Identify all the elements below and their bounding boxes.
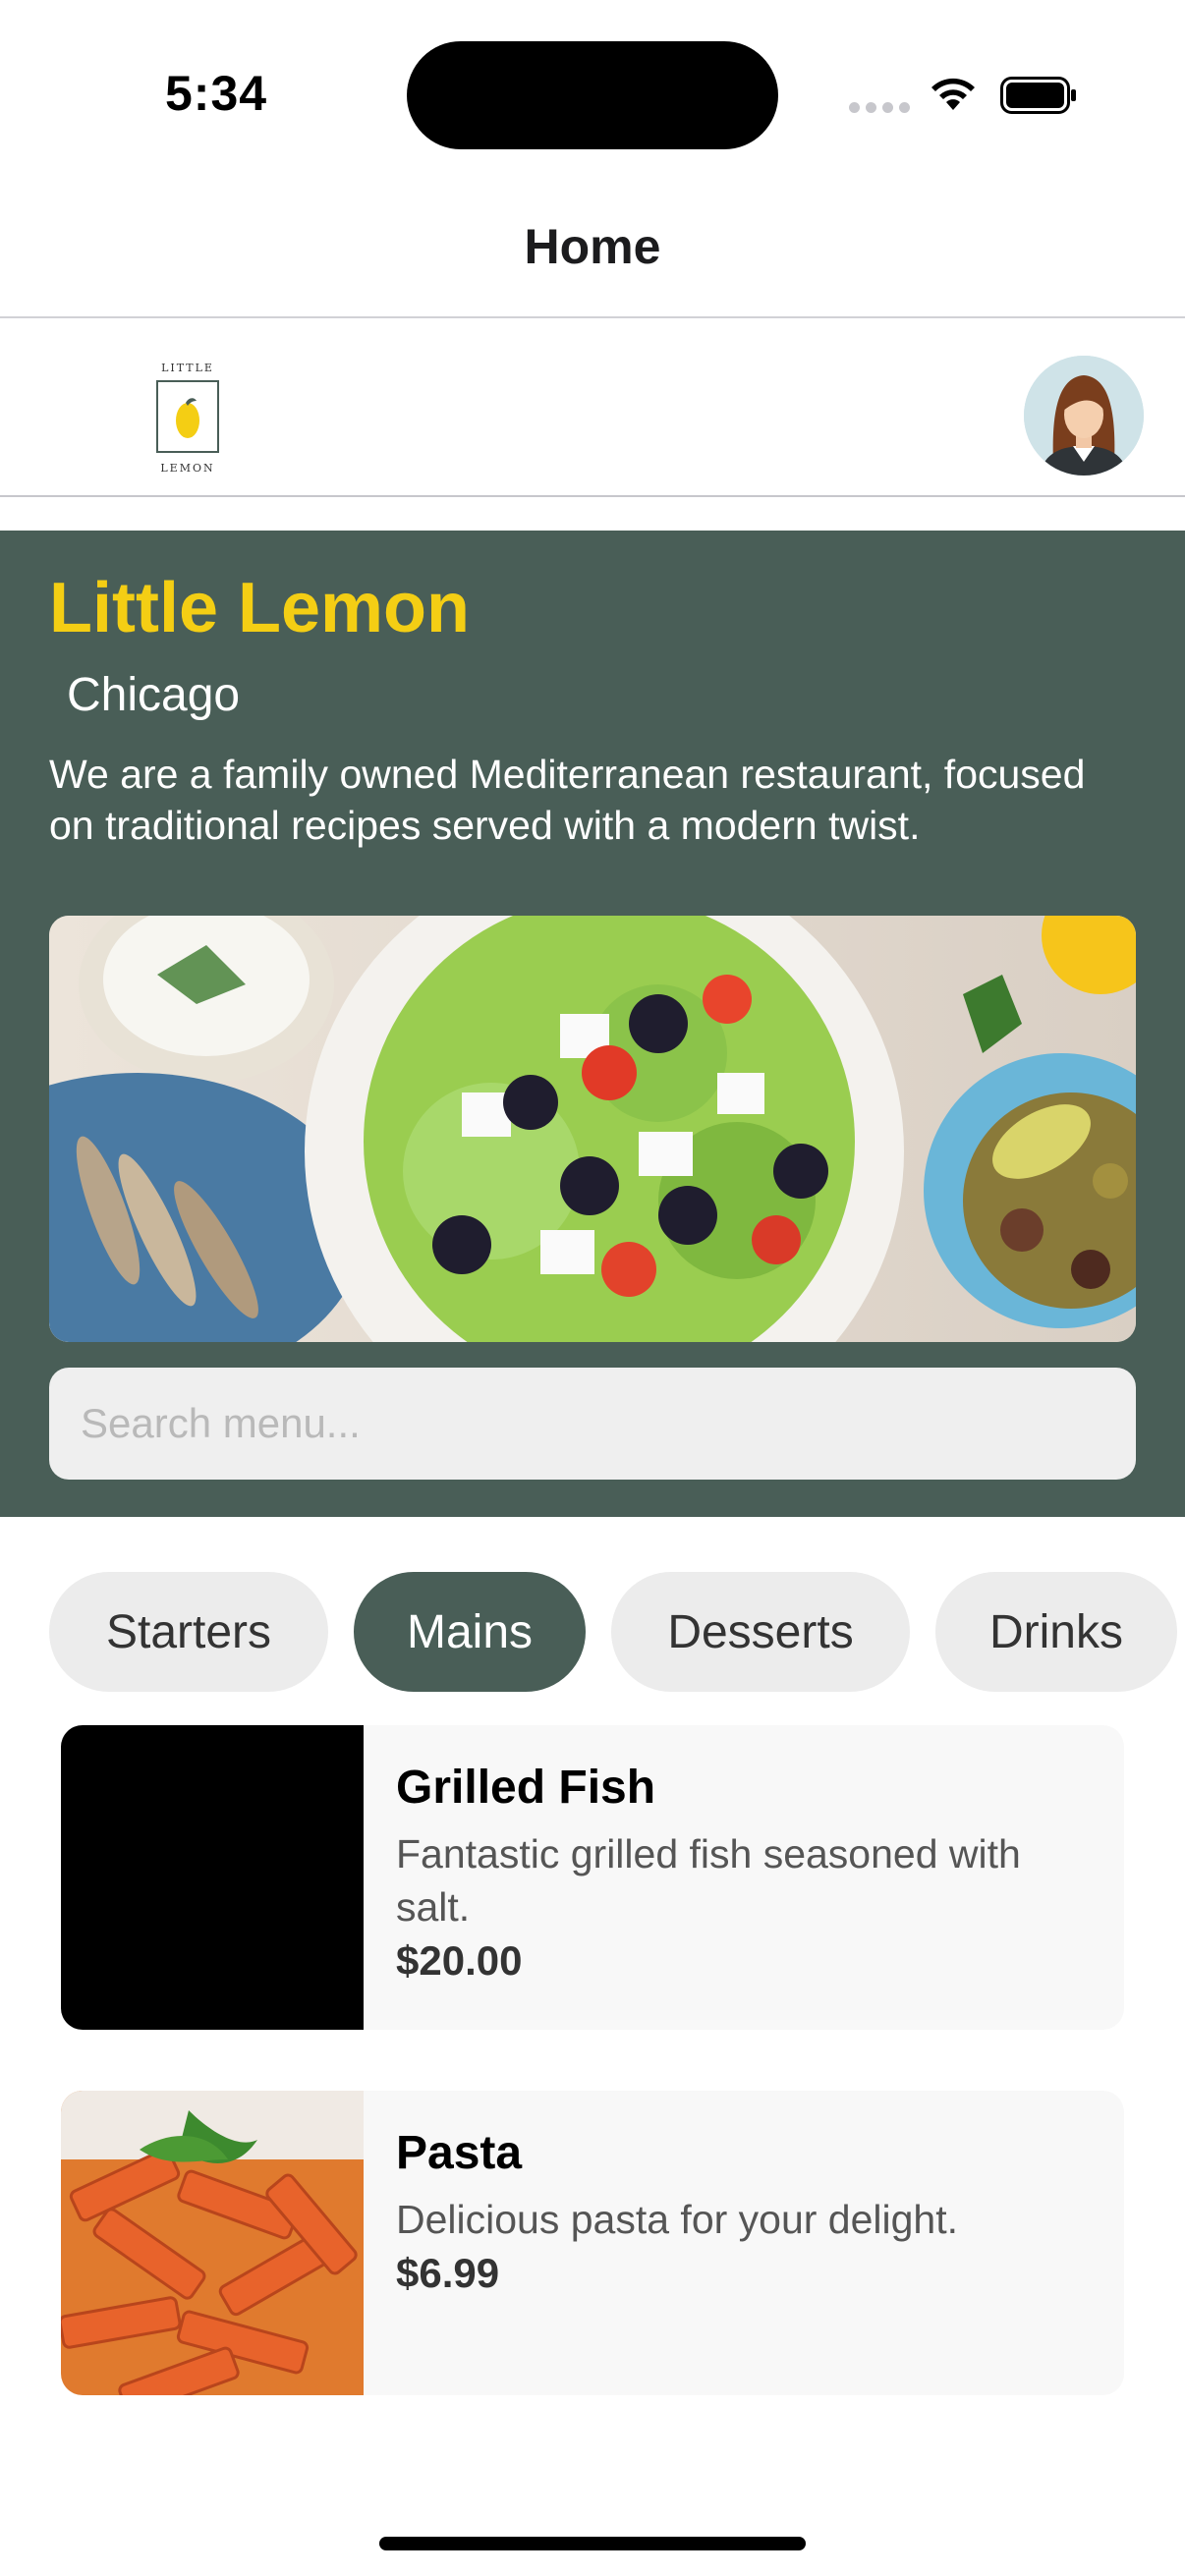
menu-item-name: Pasta [396,2127,523,2179]
menu-item-image [61,2091,364,2395]
page-title: Home [524,219,661,274]
menu-item-price: $20.00 [396,1937,523,1984]
dynamic-island [407,41,778,149]
restaurant-description: We are a family owned Mediterranean rest… [49,752,1086,848]
category-chip-desserts[interactable]: Desserts [611,1572,910,1692]
little-lemon-logo: LITTLE LEMON [156,362,219,475]
status-bar: 5:34 [0,0,1185,187]
status-time: 5:34 [165,66,268,121]
home-indicator[interactable] [379,2537,806,2550]
svg-text:LITTLE: LITTLE [161,362,214,374]
restaurant-name: Little Lemon [49,569,470,647]
cellular-signal-icon [849,102,910,113]
profile-avatar[interactable] [1024,356,1144,476]
restaurant-city: Chicago [67,669,241,721]
menu-item[interactable]: Pasta Delicious pasta for your delight. … [61,2091,1124,2395]
menu-item-price: $6.99 [396,2250,500,2296]
search-menu-input[interactable] [49,1368,1136,1480]
category-chip-starters[interactable]: Starters [49,1572,328,1692]
menu-item-description: Fantastic grilled fish seasoned with sal… [396,1831,1021,1930]
divider [0,495,1185,497]
category-chip-mains[interactable]: Mains [354,1572,586,1692]
svg-text:LEMON: LEMON [160,462,214,475]
menu-item-name: Grilled Fish [396,1762,656,1814]
hero-banner: Little Lemon Chicago We are a family own… [0,531,1185,1517]
wifi-icon [931,78,975,110]
app-header: LITTLE LEMON [0,318,1185,495]
menu-item[interactable]: Grilled Fish Fantastic grilled fish seas… [61,1725,1124,2030]
menu-item-image [61,1725,364,2030]
category-chip-drinks[interactable]: Drinks [935,1572,1177,1692]
category-filter-bar: Starters Mains Desserts Drinks [49,1572,1177,1692]
battery-icon [1000,77,1076,114]
menu-item-description: Delicious pasta for your delight. [396,2197,959,2242]
hero-food-image [49,916,1136,1342]
